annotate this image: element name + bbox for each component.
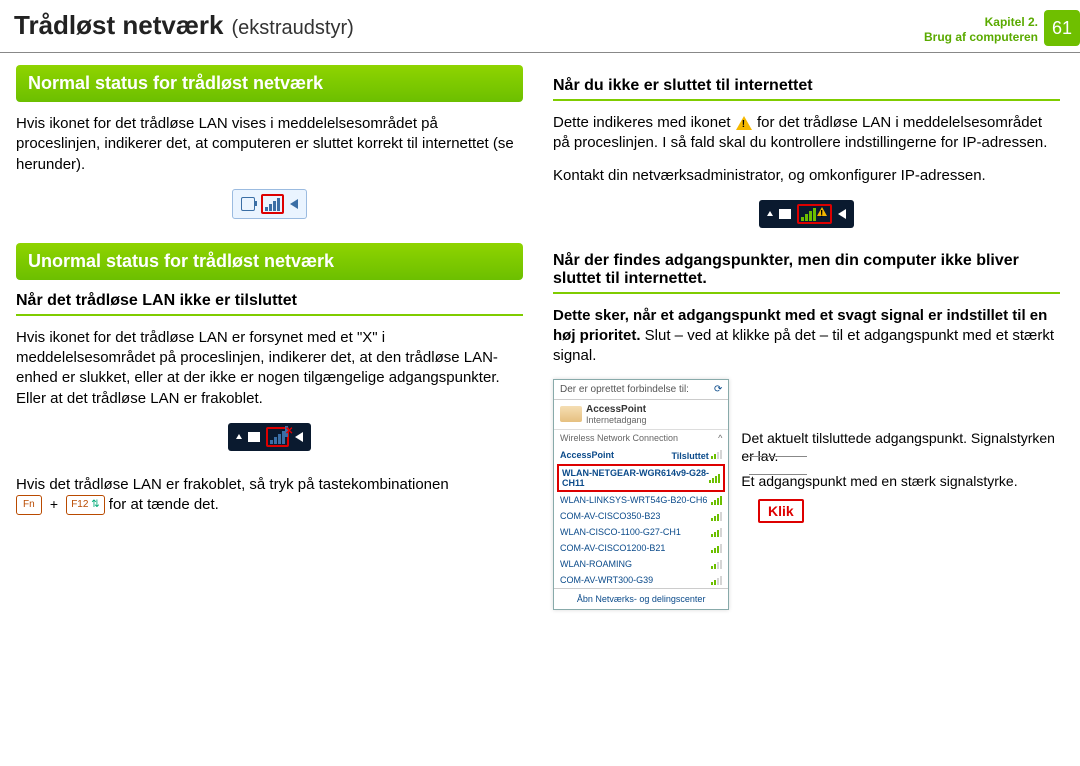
highlight-box xyxy=(797,204,832,224)
highlight-box: ✕ xyxy=(266,427,289,447)
page-number-badge: 61 xyxy=(1044,10,1080,46)
title-area: Trådløst netværk (ekstraudstyr) xyxy=(14,10,354,41)
connected-label: Tilsluttet xyxy=(671,451,708,461)
tray-normal-example xyxy=(16,189,523,219)
popup-section-label: Wireless Network Connection ^ xyxy=(554,429,728,446)
sub2-body-a: Dette indikeres med ikonet xyxy=(553,114,735,131)
f12-key: F12 ⇅ xyxy=(66,495,104,515)
systray-dark-x: ✕ xyxy=(228,423,311,451)
tray-x-example: ✕ xyxy=(16,423,523,451)
page-title: Trådløst netværk xyxy=(14,10,224,41)
sub-heading-ap-found: Når der findes adgangspunkter, men din c… xyxy=(553,252,1060,294)
header-divider xyxy=(0,52,1080,53)
sub-heading-not-connected: Når det trådløse LAN ikke er tilsluttet xyxy=(16,292,523,316)
popup-item-2[interactable]: WLAN-LINKSYS-WRT54G-B20-CH6 xyxy=(554,492,728,508)
popup-header: Der er oprettet forbindelse til: ⟳ xyxy=(554,380,728,400)
speaker-icon xyxy=(295,432,303,442)
refresh-icon[interactable]: ⟳ xyxy=(714,384,722,395)
flag-icon xyxy=(779,209,791,219)
speaker-icon xyxy=(290,199,298,209)
signal-bars-icon xyxy=(711,527,722,537)
wifi-popup: Der er oprettet forbindelse til: ⟳ Acces… xyxy=(553,379,729,610)
header-right: Kapitel 2. Brug af computeren 61 xyxy=(924,10,1080,46)
sub2-body2: Kontakt din netværksadministrator, og om… xyxy=(553,166,1060,186)
annotation-low-signal: Det aktuelt tilsluttede adgangspunkt. Si… xyxy=(741,429,1060,467)
plus-icon: + xyxy=(50,495,58,514)
right-column: Når du ikke er sluttet til internettet D… xyxy=(553,65,1060,610)
section-normal-status: Normal status for trådløst netværk xyxy=(16,65,523,102)
chapter-line2: Brug af computeren xyxy=(924,30,1038,45)
popup-ap-sub: Internetadgang xyxy=(586,415,647,425)
sub2-body: Dette indikeres med ikonet for det trådl… xyxy=(553,113,1060,154)
popup-item-6[interactable]: WLAN-ROAMING xyxy=(554,556,728,572)
chevron-up-icon[interactable]: ^ xyxy=(718,433,722,443)
popup-item-0[interactable]: AccessPoint Tilsluttet xyxy=(554,446,728,464)
popup-item-1[interactable]: WLAN-NETGEAR-WGR614v9-G28-CH11 xyxy=(557,464,725,492)
popup-item-7[interactable]: COM-AV-WRT300-G39 xyxy=(554,572,728,588)
keycombo-suffix: for at tænde det. xyxy=(109,496,219,513)
popup-item-5[interactable]: COM-AV-CISCO1200-B21 xyxy=(554,540,728,556)
popup-and-annotations: Der er oprettet forbindelse til: ⟳ Acces… xyxy=(553,379,1060,610)
signal-bars-icon xyxy=(711,559,722,569)
flag-icon xyxy=(248,432,260,442)
battery-icon xyxy=(241,197,255,211)
popup-list: AccessPoint Tilsluttet WLAN-NETGEAR-WGR6… xyxy=(554,446,728,588)
popup-ap-name: AccessPoint xyxy=(586,404,647,415)
signal-bars-icon xyxy=(711,543,722,553)
speaker-icon xyxy=(838,209,846,219)
page-subtitle: (ekstraudstyr) xyxy=(232,17,354,40)
section-unormal-status: Unormal status for trådløst netværk xyxy=(16,243,523,280)
warning-icon xyxy=(816,207,828,217)
callout-line-1 xyxy=(749,456,807,457)
sub3-body: Dette sker, når et adgangspunkt med et s… xyxy=(553,306,1060,367)
systray-light xyxy=(232,189,307,219)
chapter-label: Kapitel 2. Brug af computeren xyxy=(924,11,1038,45)
signal-bars-icon xyxy=(711,449,722,459)
section1-body: Hvis ikonet for det trådløse LAN vises i… xyxy=(16,114,523,175)
popup-footer-link[interactable]: Åbn Netværks- og delingscenter xyxy=(554,588,728,609)
klik-callout: Klik xyxy=(758,499,804,523)
sub-heading-no-internet: Når du ikke er sluttet til internettet xyxy=(553,77,1060,101)
systray-dark-warn xyxy=(759,200,854,228)
arrow-up-icon xyxy=(767,211,773,216)
signal-bars-icon xyxy=(709,473,720,483)
keycombo-prefix: Hvis det trådløse LAN er frakoblet, så t… xyxy=(16,476,449,493)
warning-icon xyxy=(735,115,753,131)
page-header: Trådløst netværk (ekstraudstyr) Kapitel … xyxy=(0,0,1080,46)
chapter-line1: Kapitel 2. xyxy=(924,15,1038,30)
tray-warn-example xyxy=(553,200,1060,228)
popup-header-text: Der er oprettet forbindelse til: xyxy=(560,384,689,395)
popup-item-4[interactable]: WLAN-CISCO-1100-G27-CH1 xyxy=(554,524,728,540)
page-body: Normal status for trådløst netværk Hvis … xyxy=(0,65,1080,610)
wifi-signal-icon: ✕ xyxy=(270,430,285,444)
highlight-box xyxy=(261,194,284,214)
arrow-up-icon xyxy=(236,434,242,439)
fn-key: Fn xyxy=(16,495,42,515)
wifi-signal-icon xyxy=(801,207,816,221)
annotation-strong-signal: Et adgangspunkt med en stærk signalstyrk… xyxy=(741,472,1060,491)
signal-bars-icon xyxy=(711,575,722,585)
ap-icon xyxy=(560,406,582,422)
signal-bars-icon xyxy=(711,495,722,505)
popup-current-ap: AccessPoint Internetadgang xyxy=(554,400,728,429)
popup-item-3[interactable]: COM-AV-CISCO350-B23 xyxy=(554,508,728,524)
wifi-signal-icon xyxy=(265,197,280,211)
signal-bars-icon xyxy=(711,511,722,521)
left-column: Normal status for trådløst netværk Hvis … xyxy=(16,65,523,610)
sub1-body: Hvis ikonet for det trådløse LAN er fors… xyxy=(16,328,523,409)
keycombo-text: Hvis det trådløse LAN er frakoblet, så t… xyxy=(16,475,523,516)
callout-line-2 xyxy=(749,474,807,475)
